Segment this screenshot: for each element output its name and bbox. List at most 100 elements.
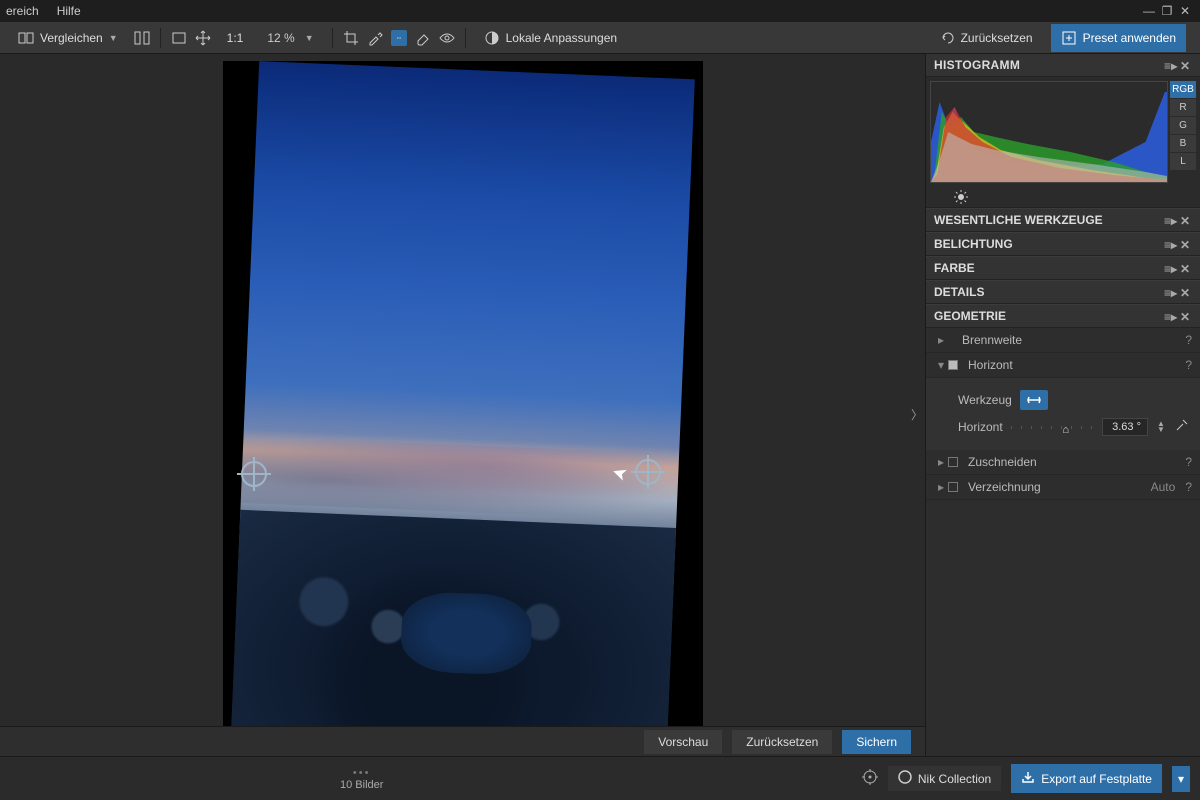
channel-b[interactable]: B xyxy=(1170,135,1196,152)
apply-preset-button[interactable]: Preset anwenden xyxy=(1051,24,1186,52)
zoom-percent[interactable]: 12 % ▼ xyxy=(259,28,321,48)
nik-collection-button[interactable]: Nik Collection xyxy=(888,766,1001,791)
panel-menu-icon[interactable]: ≡▸ xyxy=(1164,286,1176,298)
verzeichnung-label: Verzeichnung xyxy=(968,480,1041,494)
verzeichnung-mode: Auto xyxy=(1151,480,1176,494)
export-dropdown[interactable]: ▾ xyxy=(1172,766,1190,792)
zuschneiden-toggle[interactable] xyxy=(948,456,962,468)
geometry-zuschneiden-row[interactable]: ▸ Zuschneiden ? xyxy=(926,450,1200,475)
panel-close-icon[interactable]: ✕ xyxy=(1180,286,1192,298)
panel-close-icon[interactable]: ✕ xyxy=(1180,238,1192,250)
horizont-label: Horizont xyxy=(968,358,1013,372)
horizont-value[interactable]: 3.63 ° xyxy=(1102,418,1148,436)
photo-frame xyxy=(223,61,703,749)
section-details[interactable]: DETAILS ≡▸✕ xyxy=(926,280,1200,304)
caret-right-icon: ▸ xyxy=(934,455,948,469)
panel-close-icon[interactable]: ✕ xyxy=(1180,59,1192,71)
preview-button[interactable]: Vorschau xyxy=(644,730,722,754)
side-panel: HISTOGRAMM ≡▸ ✕ RGB R G B xyxy=(925,54,1200,756)
caret-right-icon: ▸ xyxy=(934,480,948,494)
panel-menu-icon[interactable]: ≡▸ xyxy=(1164,59,1176,71)
eraser-icon[interactable] xyxy=(415,30,431,46)
preset-icon xyxy=(1061,30,1077,46)
section-label: FARBE xyxy=(934,261,975,275)
chevron-down-icon: ▼ xyxy=(305,33,314,43)
help-icon[interactable]: ? xyxy=(1185,480,1192,494)
verzeichnung-toggle[interactable] xyxy=(948,481,962,493)
horizont-body: Werkzeug Horizont ⌂ 3.63 ° ▲▼ xyxy=(926,378,1200,450)
magic-wand-icon[interactable] xyxy=(1174,419,1188,436)
section-geometry[interactable]: GEOMETRIE ≡▸✕ xyxy=(926,304,1200,328)
geometry-brennweite-row[interactable]: ▸ Brennweite ? xyxy=(926,328,1200,353)
eye-icon[interactable] xyxy=(439,30,455,46)
crop-icon[interactable] xyxy=(343,30,359,46)
help-icon[interactable]: ? xyxy=(1185,455,1192,469)
horizont-slider-label: Horizont xyxy=(958,420,1003,434)
channel-g[interactable]: G xyxy=(1170,117,1196,134)
image-count: ••• 10 Bilder xyxy=(340,767,383,791)
horizon-handle-right[interactable] xyxy=(635,459,661,485)
panel-menu-icon[interactable]: ≡▸ xyxy=(1164,214,1176,226)
werkzeug-label: Werkzeug xyxy=(958,393,1012,407)
main-layout: ➤ 〉 HISTOGRAMM ≡▸ ✕ RGB xyxy=(0,54,1200,756)
single-view-icon[interactable] xyxy=(171,30,187,46)
editor-actions: Vorschau Zurücksetzen Sichern xyxy=(0,726,925,756)
dots-icon: ••• xyxy=(353,767,371,779)
compare-icon xyxy=(18,30,34,46)
menu-hilfe[interactable]: Hilfe xyxy=(57,4,81,18)
histogram-chart[interactable] xyxy=(930,81,1168,183)
export-icon xyxy=(1021,770,1035,787)
highlight-clip-icon[interactable] xyxy=(954,190,968,204)
help-icon[interactable]: ? xyxy=(1185,358,1192,372)
horizon-handle-left[interactable] xyxy=(241,461,267,487)
window-close[interactable]: ✕ xyxy=(1176,4,1194,18)
compare-label: Vergleichen xyxy=(40,31,103,45)
geometry-verzeichnung-row[interactable]: ▸ Verzeichnung Auto ? xyxy=(926,475,1200,500)
eyedropper-icon[interactable] xyxy=(367,30,383,46)
window-minimize[interactable]: — xyxy=(1140,4,1158,18)
window-maximize[interactable]: ❐ xyxy=(1158,4,1176,18)
slider-thumb-icon[interactable]: ⌂ xyxy=(1062,424,1069,436)
pan-icon[interactable] xyxy=(195,30,211,46)
section-color[interactable]: FARBE ≡▸ ✕ xyxy=(926,256,1200,280)
geometry-horizont-row[interactable]: ▾ Horizont ? xyxy=(926,353,1200,378)
channel-r[interactable]: R xyxy=(1170,99,1196,116)
panel-menu-icon[interactable]: ≡▸ xyxy=(1164,238,1176,250)
save-button[interactable]: Sichern xyxy=(842,730,911,754)
apply-preset-label: Preset anwenden xyxy=(1083,31,1176,45)
reset-button[interactable]: Zurücksetzen xyxy=(931,27,1041,49)
reset-button[interactable]: Zurücksetzen xyxy=(732,730,832,754)
horizont-slider[interactable]: ⌂ xyxy=(1011,421,1094,433)
panel-close-icon[interactable]: ✕ xyxy=(1180,310,1192,322)
menu-ereich[interactable]: ereich xyxy=(6,4,39,18)
split-view-icon[interactable] xyxy=(134,30,150,46)
horizon-tool-chip[interactable] xyxy=(1020,390,1048,410)
local-adjustments-button[interactable]: Lokale Anpassungen xyxy=(476,27,625,49)
channel-rgb[interactable]: RGB xyxy=(1170,81,1196,98)
histogram-header[interactable]: HISTOGRAMM ≡▸ ✕ xyxy=(926,54,1200,77)
panel-collapse-handle[interactable]: 〉 xyxy=(911,406,923,423)
horizon-tool-icon[interactable] xyxy=(391,30,407,46)
adjustments-icon xyxy=(484,30,500,46)
statusbar: ••• 10 Bilder Nik Collection Export auf … xyxy=(0,756,1200,800)
section-essential-tools[interactable]: WESENTLICHE WERKZEUGE ≡▸✕ xyxy=(926,208,1200,232)
compare-button[interactable]: Vergleichen ▼ xyxy=(10,27,126,49)
section-exposure[interactable]: BELICHTUNG ≡▸✕ xyxy=(926,232,1200,256)
panel-close-icon[interactable]: ✕ xyxy=(1180,262,1192,274)
photo xyxy=(231,61,695,749)
panel-close-icon[interactable]: ✕ xyxy=(1180,214,1192,226)
channel-l[interactable]: L xyxy=(1170,153,1196,170)
export-button[interactable]: Export auf Festplatte xyxy=(1011,764,1162,793)
histogram-clipping-icons xyxy=(926,187,1200,208)
panel-menu-icon[interactable]: ≡▸ xyxy=(1164,310,1176,322)
horizont-toggle[interactable] xyxy=(948,359,962,371)
zuschneiden-label: Zuschneiden xyxy=(968,455,1037,469)
zoom-fit-button[interactable]: 1:1 xyxy=(219,28,252,48)
shadow-clip-icon[interactable] xyxy=(932,190,946,204)
help-icon[interactable]: ? xyxy=(1185,333,1192,347)
image-count-label: 10 Bilder xyxy=(340,779,383,791)
target-icon[interactable] xyxy=(862,769,878,788)
panel-menu-icon[interactable]: ≡▸ xyxy=(1164,262,1176,274)
canvas-area[interactable]: ➤ xyxy=(0,54,925,756)
value-stepper[interactable]: ▲▼ xyxy=(1156,421,1166,433)
